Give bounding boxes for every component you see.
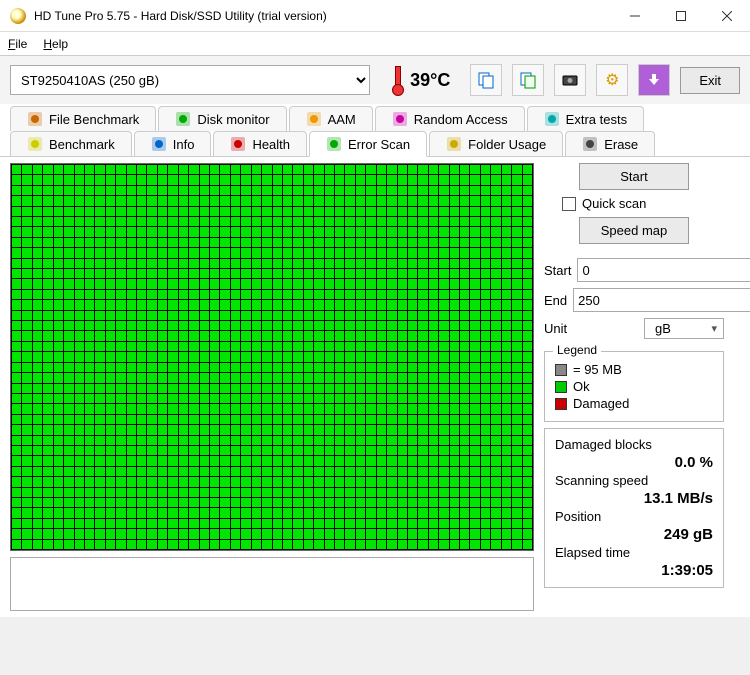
legend-ok: Ok — [573, 379, 590, 394]
health-icon — [230, 136, 246, 152]
file-benchmark-icon — [27, 111, 43, 127]
screenshot-button[interactable] — [554, 64, 586, 96]
tab-label: File Benchmark — [49, 112, 139, 127]
tab-extra-tests[interactable]: Extra tests — [527, 106, 644, 131]
tab-error-scan[interactable]: Error Scan — [309, 131, 427, 157]
start-spinner[interactable]: ▲▼ — [577, 258, 750, 282]
save-button[interactable] — [638, 64, 670, 96]
position-value: 249 gB — [555, 526, 713, 543]
start-input[interactable] — [578, 259, 750, 281]
menu-bar: File Help — [0, 32, 750, 56]
tab-label: Folder Usage — [468, 137, 546, 152]
legend-box: Legend = 95 MB Ok Damaged — [544, 351, 724, 422]
side-panel: Start Quick scan Speed map Start ▲▼ End … — [544, 163, 724, 611]
thermometer-icon — [390, 64, 404, 96]
scanning-speed-label: Scanning speed — [555, 473, 713, 488]
damaged-blocks-label: Damaged blocks — [555, 437, 713, 452]
speed-map-button[interactable]: Speed map — [579, 217, 689, 244]
end-input[interactable] — [574, 289, 750, 311]
close-button[interactable] — [704, 0, 750, 32]
tab-health[interactable]: Health — [213, 131, 307, 156]
title-bar: HD Tune Pro 5.75 - Hard Disk/SSD Utility… — [0, 0, 750, 32]
tab-label: Health — [252, 137, 290, 152]
tab-aam[interactable]: AAM — [289, 106, 373, 131]
elapsed-value: 1:39:05 — [555, 562, 713, 579]
tab-benchmark[interactable]: Benchmark — [10, 131, 132, 156]
quick-scan-checkbox[interactable] — [562, 197, 576, 211]
legend-ok-icon — [555, 381, 567, 393]
legend-block-size: = 95 MB — [573, 362, 622, 377]
tab-label: Random Access — [414, 112, 508, 127]
tab-info[interactable]: Info — [134, 131, 212, 156]
legend-caption: Legend — [553, 343, 601, 357]
error-scan-icon — [326, 136, 342, 152]
tab-erase[interactable]: Erase — [565, 131, 655, 156]
aam-icon — [306, 111, 322, 127]
temperature-display: 39°C — [380, 64, 460, 96]
extra-tests-icon — [544, 111, 560, 127]
quick-scan-label: Quick scan — [582, 196, 646, 211]
end-label: End — [544, 293, 567, 308]
exit-button[interactable]: Exit — [680, 67, 740, 94]
tab-folder-usage[interactable]: Folder Usage — [429, 131, 563, 156]
legend-damaged-icon — [555, 398, 567, 410]
tab-disk-monitor[interactable]: Disk monitor — [158, 106, 286, 131]
end-spinner[interactable]: ▲▼ — [573, 288, 750, 312]
tab-label: Benchmark — [49, 137, 115, 152]
app-icon — [10, 8, 26, 24]
toolbar: ST9250410AS (250 gB) 39°C ⚙ Exit — [0, 56, 750, 104]
tab-label: Error Scan — [348, 137, 410, 152]
tab-label: AAM — [328, 112, 356, 127]
tab-label: Disk monitor — [197, 112, 269, 127]
maximize-button[interactable] — [658, 0, 704, 32]
start-button[interactable]: Start — [579, 163, 689, 190]
disk-monitor-icon — [175, 111, 191, 127]
tab-random-access[interactable]: Random Access — [375, 106, 525, 131]
legend-damaged: Damaged — [573, 396, 629, 411]
copy-text-button[interactable] — [470, 64, 502, 96]
damaged-blocks-value: 0.0 % — [555, 454, 713, 471]
scan-grid — [10, 163, 534, 551]
legend-block-icon — [555, 364, 567, 376]
unit-select[interactable]: gB — [644, 318, 724, 339]
tab-label: Info — [173, 137, 195, 152]
tab-label: Erase — [604, 137, 638, 152]
unit-label: Unit — [544, 321, 584, 336]
tab-bar: File Benchmark Disk monitor AAM Random Acce… — [0, 104, 750, 157]
tab-file-benchmark[interactable]: File Benchmark — [10, 106, 156, 131]
erase-icon — [582, 136, 598, 152]
copy-data-button[interactable] — [512, 64, 544, 96]
menu-file[interactable]: File — [8, 37, 27, 51]
elapsed-label: Elapsed time — [555, 545, 713, 560]
info-icon — [151, 136, 167, 152]
folder-usage-icon — [446, 136, 462, 152]
benchmark-icon — [27, 136, 43, 152]
content-area: Start Quick scan Speed map Start ▲▼ End … — [0, 157, 750, 617]
window-title: HD Tune Pro 5.75 - Hard Disk/SSD Utility… — [34, 9, 612, 23]
scanning-speed-value: 13.1 MB/s — [555, 490, 713, 507]
log-box — [10, 557, 534, 611]
options-button[interactable]: ⚙ — [596, 64, 628, 96]
temperature-value: 39°C — [410, 70, 450, 91]
start-label: Start — [544, 263, 571, 278]
stats-box: Damaged blocks 0.0 % Scanning speed 13.1… — [544, 428, 724, 588]
position-label: Position — [555, 509, 713, 524]
menu-help[interactable]: Help — [43, 37, 68, 51]
tab-label: Extra tests — [566, 112, 627, 127]
minimize-button[interactable] — [612, 0, 658, 32]
drive-select[interactable]: ST9250410AS (250 gB) — [10, 65, 370, 95]
random-access-icon — [392, 111, 408, 127]
